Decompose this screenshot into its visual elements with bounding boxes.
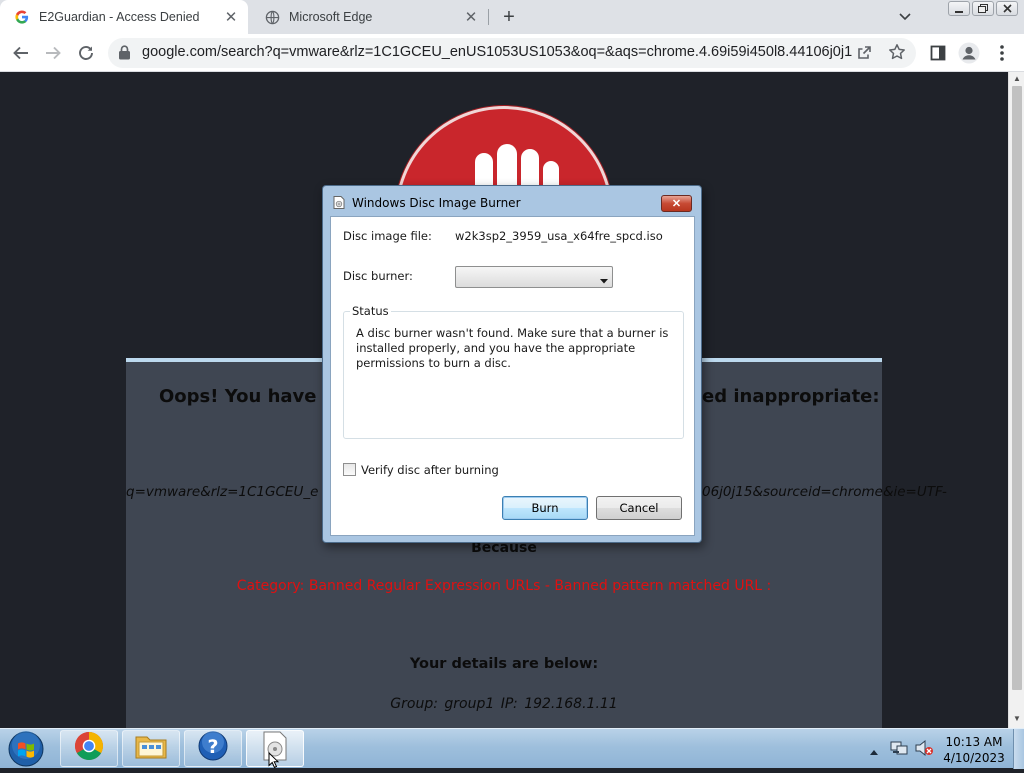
tab-title: Microsoft Edge — [289, 10, 373, 24]
tab-microsoft-edge[interactable]: Microsoft Edge ✕ — [250, 0, 488, 34]
dialog-body: Disc image file: w2k3sp2_3959_usa_x64fre… — [330, 216, 695, 536]
google-g-icon — [14, 9, 30, 25]
dialog-titlebar[interactable]: Windows Disc Image Burner ✕ — [323, 186, 701, 216]
window-controls — [948, 1, 1018, 16]
svg-text:?: ? — [207, 736, 218, 758]
network-icon[interactable] — [890, 739, 908, 762]
blocked-url-left: q=vmware&rlz=1C1GCEU_e — [126, 484, 319, 500]
windows-taskbar: ? 10:13 AM 4/10/2023 — [0, 728, 1024, 769]
burn-button[interactable]: Burn — [502, 496, 588, 520]
file-explorer-icon — [134, 732, 168, 765]
volume-muted-icon[interactable] — [914, 739, 934, 762]
group-ip-text: Group: group1 IP: 192.168.1.11 — [390, 696, 618, 712]
page-scrollbar[interactable]: ▲ ▼ — [1008, 72, 1024, 728]
disc-image-burner-dialog: Windows Disc Image Burner ✕ Disc image f… — [322, 185, 702, 543]
side-panel-icon[interactable] — [926, 41, 950, 65]
disc-image-label: Disc image file: — [343, 229, 432, 243]
menu-icon[interactable] — [990, 41, 1014, 65]
back-arrow-icon[interactable] — [8, 40, 34, 66]
headline-left-text: Oops! You have tri — [159, 386, 347, 407]
close-window-icon[interactable] — [996, 1, 1018, 16]
verify-checkbox[interactable] — [343, 463, 356, 476]
chrome-taskbar-button[interactable] — [60, 730, 118, 767]
help-taskbar-button[interactable]: ? — [184, 730, 242, 767]
disc-burner-icon — [333, 196, 345, 209]
status-label: Status — [350, 304, 391, 318]
profile-icon[interactable] — [957, 41, 981, 65]
help-icon: ? — [198, 731, 228, 766]
show-hidden-icons-icon[interactable] — [869, 743, 879, 761]
scrollbar-thumb[interactable] — [1012, 86, 1022, 690]
lock-icon[interactable] — [118, 45, 131, 65]
chrome-icon — [74, 731, 104, 766]
address-bar[interactable]: google.com/search?q=vmware&rlz=1C1GCEU_e… — [108, 38, 916, 68]
verify-label[interactable]: Verify disc after burning — [361, 463, 499, 477]
tab-close-icon[interactable]: ✕ — [222, 8, 240, 26]
tab-separator — [488, 9, 489, 25]
star-icon[interactable] — [888, 43, 906, 66]
tab-close-icon[interactable]: ✕ — [462, 8, 480, 26]
show-desktop-button[interactable] — [1013, 729, 1024, 769]
tab-strip: E2Guardian - Access Denied ✕ Microsoft E… — [0, 0, 1024, 34]
url-text[interactable]: google.com/search?q=vmware&rlz=1C1GCEU_e… — [142, 44, 852, 60]
mouse-cursor-icon — [268, 751, 280, 773]
scroll-down-icon[interactable]: ▼ — [1013, 714, 1021, 723]
system-clock[interactable]: 10:13 AM 4/10/2023 — [938, 734, 1010, 766]
share-icon[interactable] — [856, 44, 873, 66]
chevron-down-icon — [600, 272, 608, 290]
tab-e2guardian[interactable]: E2Guardian - Access Denied ✕ — [0, 0, 248, 34]
explorer-taskbar-button[interactable] — [122, 730, 180, 767]
cancel-button[interactable]: Cancel — [596, 496, 682, 520]
new-tab-icon[interactable]: + — [498, 6, 520, 28]
status-message: A disc burner wasn't found. Make sure th… — [356, 326, 669, 370]
disc-image-value: w2k3sp2_3959_usa_x64fre_spcd.iso — [455, 229, 663, 243]
globe-icon — [264, 9, 280, 25]
minimize-icon[interactable] — [948, 1, 970, 16]
headline-right-text: ed inappropriate: — [702, 386, 880, 407]
start-button[interactable] — [6, 731, 46, 767]
block-category-text: Category: Banned Regular Expression URLs… — [236, 578, 772, 594]
forward-arrow-icon[interactable] — [40, 40, 66, 66]
dialog-title: Windows Disc Image Burner — [352, 196, 521, 210]
clock-time: 10:13 AM — [945, 735, 1003, 749]
clock-date: 4/10/2023 — [943, 751, 1005, 765]
restore-icon[interactable] — [972, 1, 994, 16]
reload-icon[interactable] — [73, 40, 99, 66]
details-heading: Your details are below: — [409, 656, 599, 672]
blocked-url-right: 06j0j15&sourceid=chrome&ie=UTF- — [702, 484, 947, 500]
scroll-up-icon[interactable]: ▲ — [1013, 74, 1021, 83]
tab-title: E2Guardian - Access Denied — [39, 10, 200, 24]
disc-burner-dropdown[interactable] — [455, 266, 613, 288]
tab-search-icon[interactable] — [895, 8, 915, 26]
dialog-close-icon[interactable]: ✕ — [661, 195, 692, 212]
disc-burner-label: Disc burner: — [343, 269, 413, 283]
browser-toolbar: google.com/search?q=vmware&rlz=1C1GCEU_e… — [0, 34, 1024, 72]
status-groupbox: Status A disc burner wasn't found. Make … — [343, 304, 684, 439]
